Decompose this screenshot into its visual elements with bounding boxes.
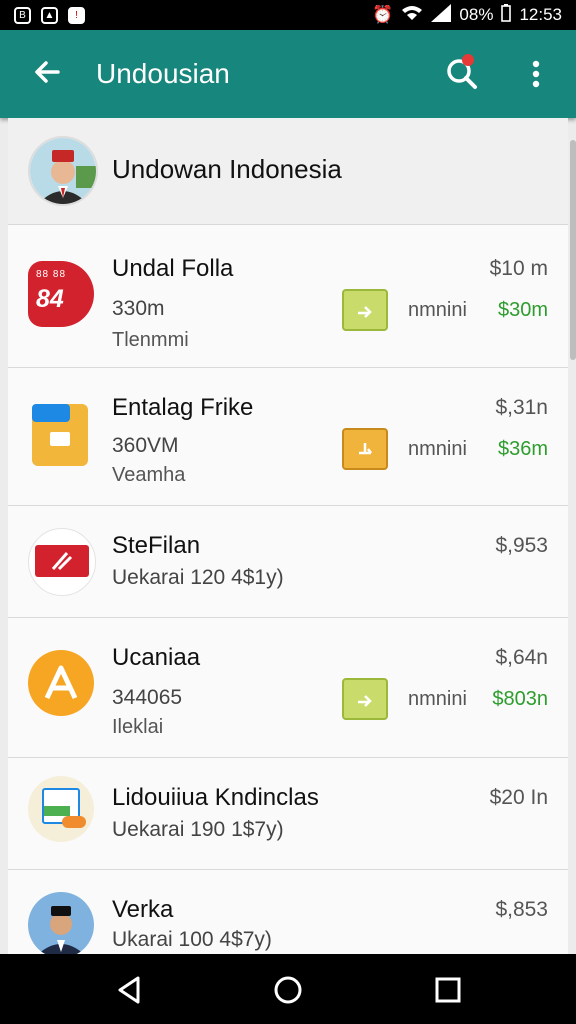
clock: 12:53 [519,5,562,24]
tag-label: nmnini [408,438,467,460]
item-price: $10 m [489,257,548,280]
trend-tag[interactable] [342,678,388,720]
back-arrow-icon[interactable] [28,52,68,92]
list-item[interactable]: Verka Ukarai 100 4$7y) $,853 [8,870,568,954]
item-change: $803n [492,688,548,710]
navigation-bar [0,954,576,1024]
app-icon [28,650,94,716]
list-item[interactable]: Ucaniaa 344065 Ileklai $,64n nmnini $803… [8,618,568,758]
app-icon: 88 88 84 [28,261,94,327]
item-price: $,953 [495,534,548,557]
item-sub2: Ileklai [112,716,164,738]
alert-icon: ! [68,6,85,24]
status-left: B ▲ ! [14,6,85,24]
back-triangle-icon[interactable] [112,972,148,1008]
page-title: Undousian [96,58,230,89]
list-item[interactable]: Entalag Frike 360VM Veamha $,31n nmnini … [8,368,568,506]
item-sub1: Ukarai 100 4$7y) [112,928,272,951]
app-icon [32,404,88,466]
item-name: Entalag Frike [112,394,254,421]
app-icon-label: 84 [36,285,64,313]
list-item[interactable]: Lidouiiua Kndinclas Uekarai 190 1$7y) $2… [8,758,568,870]
item-name: Lidouiiua Kndinclas [112,784,319,811]
signal-icon [431,3,452,27]
battery-text: 08% [459,5,494,24]
tag-label: nmnini [408,299,467,321]
item-name: Verka [112,896,174,923]
recents-square-icon[interactable] [430,972,466,1008]
item-sub1: Uekarai 120 4$1y) [112,566,284,589]
trend-tag[interactable] [342,428,388,470]
item-change: $36m [497,438,548,460]
item-change: $30m [497,299,548,321]
item-sub1: 344065 [112,686,183,709]
app-icon [28,528,96,596]
content-list: Undowan Indonesia 88 88 84 Undal Folla 3… [8,118,568,954]
scrollbar[interactable] [570,140,576,360]
profile-name: Undowan Indonesia [112,154,342,184]
image-icon: ▲ [41,6,58,24]
tag-label: nmnini [408,688,467,710]
item-name: SteFilan [112,532,201,559]
app-icon [28,776,94,842]
item-name: Ucaniaa [112,644,201,671]
item-sub1: 360VM [112,434,179,457]
item-sub1: 330m [112,297,165,320]
trend-tag[interactable] [342,289,388,331]
avatar [28,136,98,206]
status-bar: B ▲ ! ⏰ 08% 12:53 [0,0,576,30]
item-name: Undal Folla [112,255,234,282]
status-right: ⏰ 08% 12:53 [372,3,562,27]
notification-icon: B [14,6,31,24]
item-price: $20 In [489,786,548,809]
alarm-icon: ⏰ [372,5,394,24]
wifi-icon [401,5,423,26]
profile-header[interactable]: Undowan Indonesia [8,118,568,225]
home-circle-icon[interactable] [270,972,306,1008]
item-price: $,853 [495,898,548,921]
battery-icon [501,3,512,27]
item-sub2: Veamha [112,464,186,486]
item-sub2: Tlenmmi [112,329,189,351]
more-vert-icon[interactable] [524,56,548,92]
avatar [28,892,94,954]
item-sub1: Uekarai 190 1$7y) [112,818,284,841]
notification-dot [462,54,474,66]
list-item[interactable]: 88 88 84 Undal Folla 330m Tlenmmi $10 m … [8,225,568,368]
item-price: $,64n [495,646,548,669]
item-price: $,31n [495,396,548,419]
list-item[interactable]: SteFilan Uekarai 120 4$1y) $,953 [8,506,568,618]
app-bar: Undousian [0,30,576,118]
